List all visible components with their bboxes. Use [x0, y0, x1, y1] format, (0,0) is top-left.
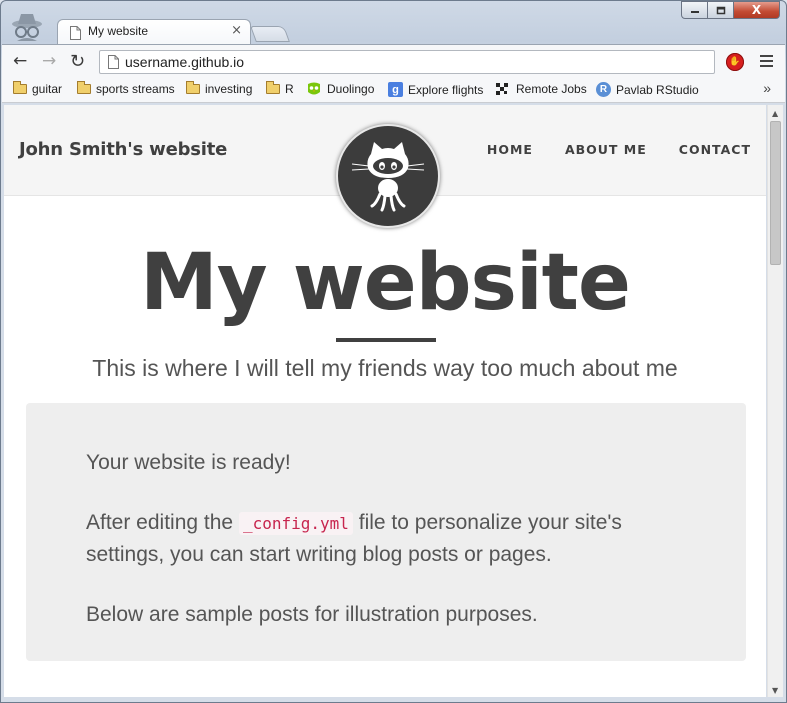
browser-window: My website × X ← → ↻ username.github.io … — [0, 0, 787, 703]
title-divider — [336, 338, 436, 342]
config-filename: _config.yml — [238, 512, 353, 535]
bookmark-sports-streams[interactable]: sports streams — [77, 81, 175, 96]
window-controls: X — [681, 1, 780, 21]
page-subtitle: This is where I will tell my friends way… — [92, 355, 678, 381]
bookmark-remote-jobs[interactable]: Remote Jobs — [495, 82, 587, 96]
bookmark-label: investing — [205, 82, 253, 96]
nav-link-contact[interactable]: CONTACT — [679, 142, 751, 157]
minimize-icon — [690, 11, 699, 13]
site-brand[interactable]: John Smith's website — [19, 139, 227, 160]
site-nav-links: HOME ABOUT ME CONTACT — [455, 142, 751, 157]
minimize-button[interactable] — [681, 1, 708, 19]
scroll-down-icon[interactable]: ▼ — [772, 686, 778, 695]
bookmark-label: Duolingo — [327, 82, 375, 96]
forward-arrow-icon[interactable]: → — [42, 53, 56, 70]
folder-icon — [77, 81, 91, 94]
close-window-button[interactable]: X — [734, 1, 780, 19]
tab-title: My website — [88, 24, 149, 38]
rstudio-icon: R — [596, 82, 611, 97]
vertical-scrollbar[interactable]: ▲ ▼ — [767, 105, 783, 697]
restore-icon — [716, 6, 725, 14]
close-tab-icon[interactable]: × — [231, 23, 242, 38]
title-bar: My website × X — [1, 1, 786, 45]
folder-icon — [266, 81, 280, 94]
page-viewport: John Smith's website HOME ABOUT ME CONTA… — [4, 105, 766, 697]
intro-config-before: After editing the — [86, 511, 234, 534]
bookmark-label: guitar — [32, 82, 63, 96]
address-bar[interactable]: username.github.io — [99, 50, 715, 74]
browser-toolbar: ← → ↻ username.github.io ✋ — [2, 44, 785, 79]
intro-box: Your website is ready! After editing the… — [26, 403, 746, 661]
page-icon — [108, 55, 119, 69]
intro-sample-text: Below are sample posts for illustration … — [86, 603, 538, 626]
incognito-icon — [12, 14, 42, 41]
scroll-up-icon[interactable]: ▲ — [772, 109, 778, 118]
octocat-icon — [351, 142, 425, 212]
reload-icon[interactable]: ↻ — [70, 53, 85, 71]
bookmark-label: Explore flights — [408, 82, 484, 97]
url-text[interactable]: username.github.io — [125, 54, 244, 70]
scroll-thumb[interactable] — [770, 121, 781, 265]
bookmark-label: sports streams — [96, 82, 175, 96]
bookmark-explore-flights[interactable]: g Explore flights — [388, 82, 483, 97]
nav-link-home[interactable]: HOME — [487, 142, 533, 157]
bookmark-guitar[interactable]: guitar — [13, 81, 63, 96]
menu-icon[interactable] — [760, 55, 773, 70]
page-icon — [70, 26, 81, 40]
google-g-icon: g — [388, 82, 403, 97]
adblock-extension-icon[interactable]: ✋ — [726, 53, 744, 71]
bookmark-label: R — [285, 82, 294, 96]
nav-link-about-me[interactable]: ABOUT ME — [565, 142, 647, 157]
duolingo-owl-icon — [308, 82, 320, 95]
new-tab-button[interactable] — [250, 26, 290, 42]
bookmark-label: Pavlab RStudio — [616, 82, 699, 97]
folder-icon — [13, 81, 27, 94]
bookmark-investing[interactable]: investing — [186, 81, 253, 96]
intro-config-text: After editing the _config.yml file to pe… — [86, 507, 686, 570]
bookmark-label: Remote Jobs — [516, 82, 587, 96]
bookmarks-overflow-icon[interactable]: » — [763, 80, 771, 96]
bookmark-duolingo[interactable]: Duolingo — [306, 82, 374, 96]
bookmarks-bar: guitar sports streams investing R Duolin… — [2, 78, 785, 103]
maximize-button[interactable] — [708, 1, 734, 19]
tab-my-website[interactable]: My website × — [57, 19, 251, 45]
back-arrow-icon[interactable]: ← — [13, 53, 27, 70]
bookmark-r[interactable]: R — [266, 81, 294, 96]
folder-icon — [186, 81, 200, 94]
remote-jobs-icon — [496, 83, 508, 95]
intro-ready-text: Your website is ready! — [86, 451, 291, 474]
avatar[interactable] — [336, 124, 440, 228]
bookmark-pavlab-rstudio[interactable]: R Pavlab RStudio — [596, 82, 699, 97]
page-title: My website — [140, 238, 631, 328]
